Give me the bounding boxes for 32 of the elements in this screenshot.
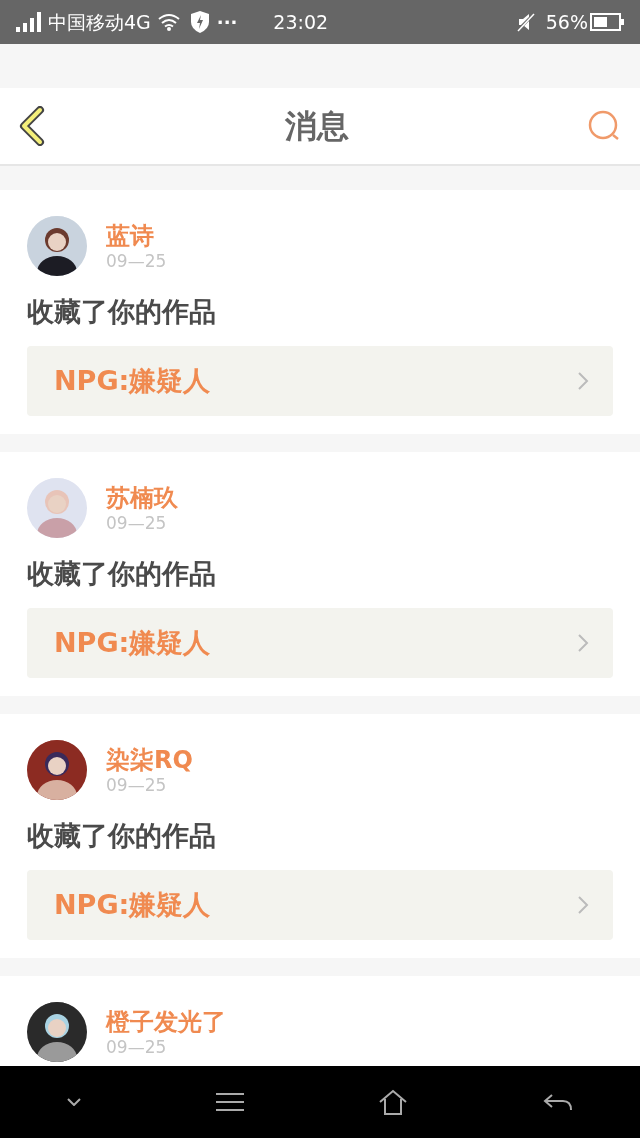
chevron-down-icon[interactable] bbox=[67, 1098, 82, 1106]
message-date: 09—25 bbox=[106, 251, 167, 271]
more-notifications: ··· bbox=[216, 10, 238, 35]
clock: 23:02 bbox=[273, 9, 329, 35]
wifi-icon bbox=[156, 13, 181, 31]
home-icon[interactable] bbox=[378, 1089, 409, 1115]
back-icon[interactable] bbox=[542, 1092, 573, 1112]
shield-icon bbox=[190, 11, 209, 33]
mute-icon bbox=[515, 12, 536, 32]
user-name[interactable]: 苏楠玖 bbox=[106, 483, 178, 513]
chevron-right-icon bbox=[577, 633, 589, 653]
page-title: 消息 bbox=[285, 106, 349, 147]
message-text: 收藏了你的作品 bbox=[27, 819, 217, 853]
message-date: 09—25 bbox=[106, 1037, 168, 1057]
signal-icon bbox=[16, 12, 44, 32]
work-link[interactable]: NPG:嫌疑人 bbox=[27, 346, 613, 416]
user-name[interactable]: 蓝诗 bbox=[106, 221, 167, 251]
battery-percent: 56% bbox=[545, 9, 588, 35]
carrier-name: 中国移动4G bbox=[48, 9, 151, 35]
battery-icon bbox=[590, 13, 624, 31]
menu-icon[interactable] bbox=[215, 1092, 244, 1112]
message-date: 09—25 bbox=[106, 775, 168, 795]
chevron-right-icon bbox=[577, 895, 589, 915]
message-date: 09—25 bbox=[106, 513, 168, 533]
search-icon bbox=[587, 109, 621, 143]
work-link[interactable]: NPG:嫌疑人 bbox=[27, 608, 613, 678]
message-text: 收藏了你的作品 bbox=[27, 295, 217, 329]
chevron-right-icon bbox=[577, 371, 589, 391]
user-name[interactable]: 橙子发光了 bbox=[106, 1007, 226, 1037]
message-text: 收藏了你的作品 bbox=[27, 557, 217, 591]
user-name[interactable]: 染柒RQ bbox=[106, 745, 193, 775]
work-link[interactable]: NPG:嫌疑人 bbox=[27, 870, 613, 940]
